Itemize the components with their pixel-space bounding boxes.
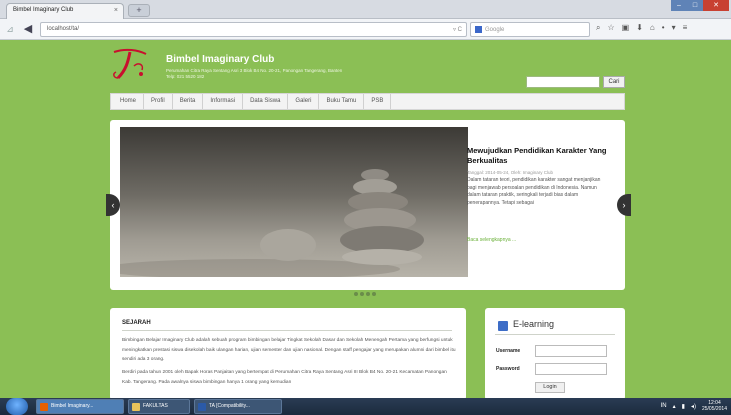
news-slider: Mewujudkan Pendidikan Karakter Yang Berk… <box>110 120 625 290</box>
slider-dot[interactable] <box>354 292 358 296</box>
tab-title: Bimbel Imaginary Club <box>13 7 74 13</box>
taskbar-item-label: FAKULTAS <box>143 403 168 409</box>
slide-meta: Tanggal: 2014-05-24, Oleh: Imaginary Clu… <box>467 170 554 175</box>
window-controls: – □ ✕ <box>671 0 729 11</box>
username-label: Username <box>496 348 521 354</box>
reload-icon[interactable]: ▿ C <box>453 26 462 33</box>
maximize-button[interactable]: □ <box>687 0 703 11</box>
browser-navbar: ⊿ ◀ localhost/ta/ ▿ C Google ⌕ ☆ ▣ ⬇ ⌂ •… <box>0 19 731 40</box>
main-menu: Home Profil Berita Informasi Data Siswa … <box>110 93 625 110</box>
site-phone: Telp: 021 5520 182 <box>166 74 205 79</box>
slider-dots <box>354 292 376 296</box>
taskbar-item-label: TA [Compatibility... <box>209 403 250 409</box>
site-logo <box>113 48 147 80</box>
search-engine-icon[interactable] <box>475 26 482 33</box>
book-icon <box>498 321 508 331</box>
system-tray: IN ▴ ▮ ◂) 12:04 25/05/2014 <box>661 400 727 412</box>
password-label: Password <box>496 366 520 372</box>
addon-icon[interactable]: • <box>662 23 665 33</box>
network-icon[interactable]: ▮ <box>682 403 685 410</box>
windows-taskbar: Bimbel Imaginary... FAKULTAS TA [Compati… <box>0 398 731 415</box>
site-title: Bimbel Imaginary Club <box>166 54 275 65</box>
taskbar-item-browser[interactable]: Bimbel Imaginary... <box>36 399 124 414</box>
site-search-input[interactable] <box>526 76 600 88</box>
start-button[interactable] <box>6 398 28 415</box>
sejarah-panel: SEJARAH Bimbingan Belajar Imaginary Club… <box>110 308 466 400</box>
search-icon[interactable]: ⌕ <box>596 23 600 33</box>
sejarah-paragraph-1: Bimbingan Belajar Imaginary Club adalah … <box>122 338 456 362</box>
close-window-button[interactable]: ✕ <box>703 0 729 11</box>
slide-image <box>120 127 468 277</box>
new-tab-button[interactable]: + <box>128 4 150 17</box>
clock-date: 25/05/2014 <box>701 406 727 412</box>
elearning-title: E-learning <box>513 319 555 329</box>
username-field[interactable] <box>535 345 607 357</box>
browser-tabbar: Bimbel Imaginary Club × + – □ ✕ <box>0 0 731 19</box>
language-indicator[interactable]: IN <box>661 403 667 409</box>
read-more-link[interactable]: Baca selengkapnya ... <box>467 237 516 243</box>
site-address: Perumahan Citra Raya Sentang Asri 3 Blok… <box>166 68 466 80</box>
search-placeholder: Google <box>485 27 505 34</box>
folder-icon <box>132 403 140 411</box>
tray-expand-icon[interactable]: ▴ <box>673 403 676 410</box>
slide-text: Dalam tataran teori, pendidikan karakter… <box>467 177 601 206</box>
volume-icon[interactable]: ◂) <box>691 403 696 410</box>
menu-item-profil[interactable]: Profil <box>144 94 173 109</box>
bookmarks-icon[interactable]: ▣ <box>622 23 630 33</box>
back-arrow-icon[interactable]: ◀ <box>20 22 36 36</box>
url-bar[interactable]: localhost/ta/ ▿ C <box>40 22 467 37</box>
url-text: localhost/ta/ <box>47 26 80 32</box>
site-search-button[interactable]: Cari <box>603 76 625 88</box>
password-field[interactable] <box>535 363 607 375</box>
menu-item-psb[interactable]: PSB <box>364 94 392 109</box>
slide-title[interactable]: Mewujudkan Pendidikan Karakter Yang Berk… <box>467 146 617 166</box>
sejarah-title: SEJARAH <box>122 320 151 326</box>
menu-item-home[interactable]: Home <box>113 94 145 109</box>
sejarah-paragraph-2: Berdiri pada tahun 2001 oleh Bapak Horas… <box>122 370 447 385</box>
toolbar-icons: ⌕ ☆ ▣ ⬇ ⌂ • ▾ ≡ <box>596 23 687 33</box>
download-icon[interactable]: ⬇ <box>636 23 643 33</box>
menu-item-informasi[interactable]: Informasi <box>203 94 244 109</box>
taskbar-item-folder[interactable]: FAKULTAS <box>128 399 190 414</box>
menu-item-berita[interactable]: Berita <box>173 94 204 109</box>
home-icon[interactable]: ⌂ <box>650 23 655 33</box>
divider <box>122 330 452 331</box>
minimize-button[interactable]: – <box>671 0 687 11</box>
menu-icon[interactable]: ≡ <box>683 23 688 33</box>
menu-item-buku-tamu[interactable]: Buku Tamu <box>319 94 365 109</box>
slider-dot[interactable] <box>360 292 364 296</box>
clock[interactable]: 12:04 25/05/2014 <box>702 400 727 412</box>
word-icon <box>198 403 206 411</box>
menu-item-galeri[interactable]: Galeri <box>288 94 320 109</box>
tab-close-icon[interactable]: × <box>114 7 118 14</box>
dropdown-icon[interactable]: ▾ <box>672 23 676 33</box>
browser-tab[interactable]: Bimbel Imaginary Club × <box>6 3 124 19</box>
slider-dot[interactable] <box>366 292 370 296</box>
elearning-panel: E-learning Username Password Login <box>485 308 625 400</box>
login-button[interactable]: Login <box>535 382 565 393</box>
divider <box>495 334 615 335</box>
browser-search-input[interactable]: Google <box>470 22 590 37</box>
slider-dot[interactable] <box>372 292 376 296</box>
bookmark-star-icon[interactable]: ☆ <box>607 23 614 33</box>
taskbar-item-label: Bimbel Imaginary... <box>51 403 94 409</box>
menu-item-data-siswa[interactable]: Data Siswa <box>243 94 289 109</box>
sidebar-icon[interactable]: ⊿ <box>4 22 16 36</box>
taskbar-item-word[interactable]: TA [Compatibility... <box>194 399 282 414</box>
firefox-icon <box>40 403 48 411</box>
